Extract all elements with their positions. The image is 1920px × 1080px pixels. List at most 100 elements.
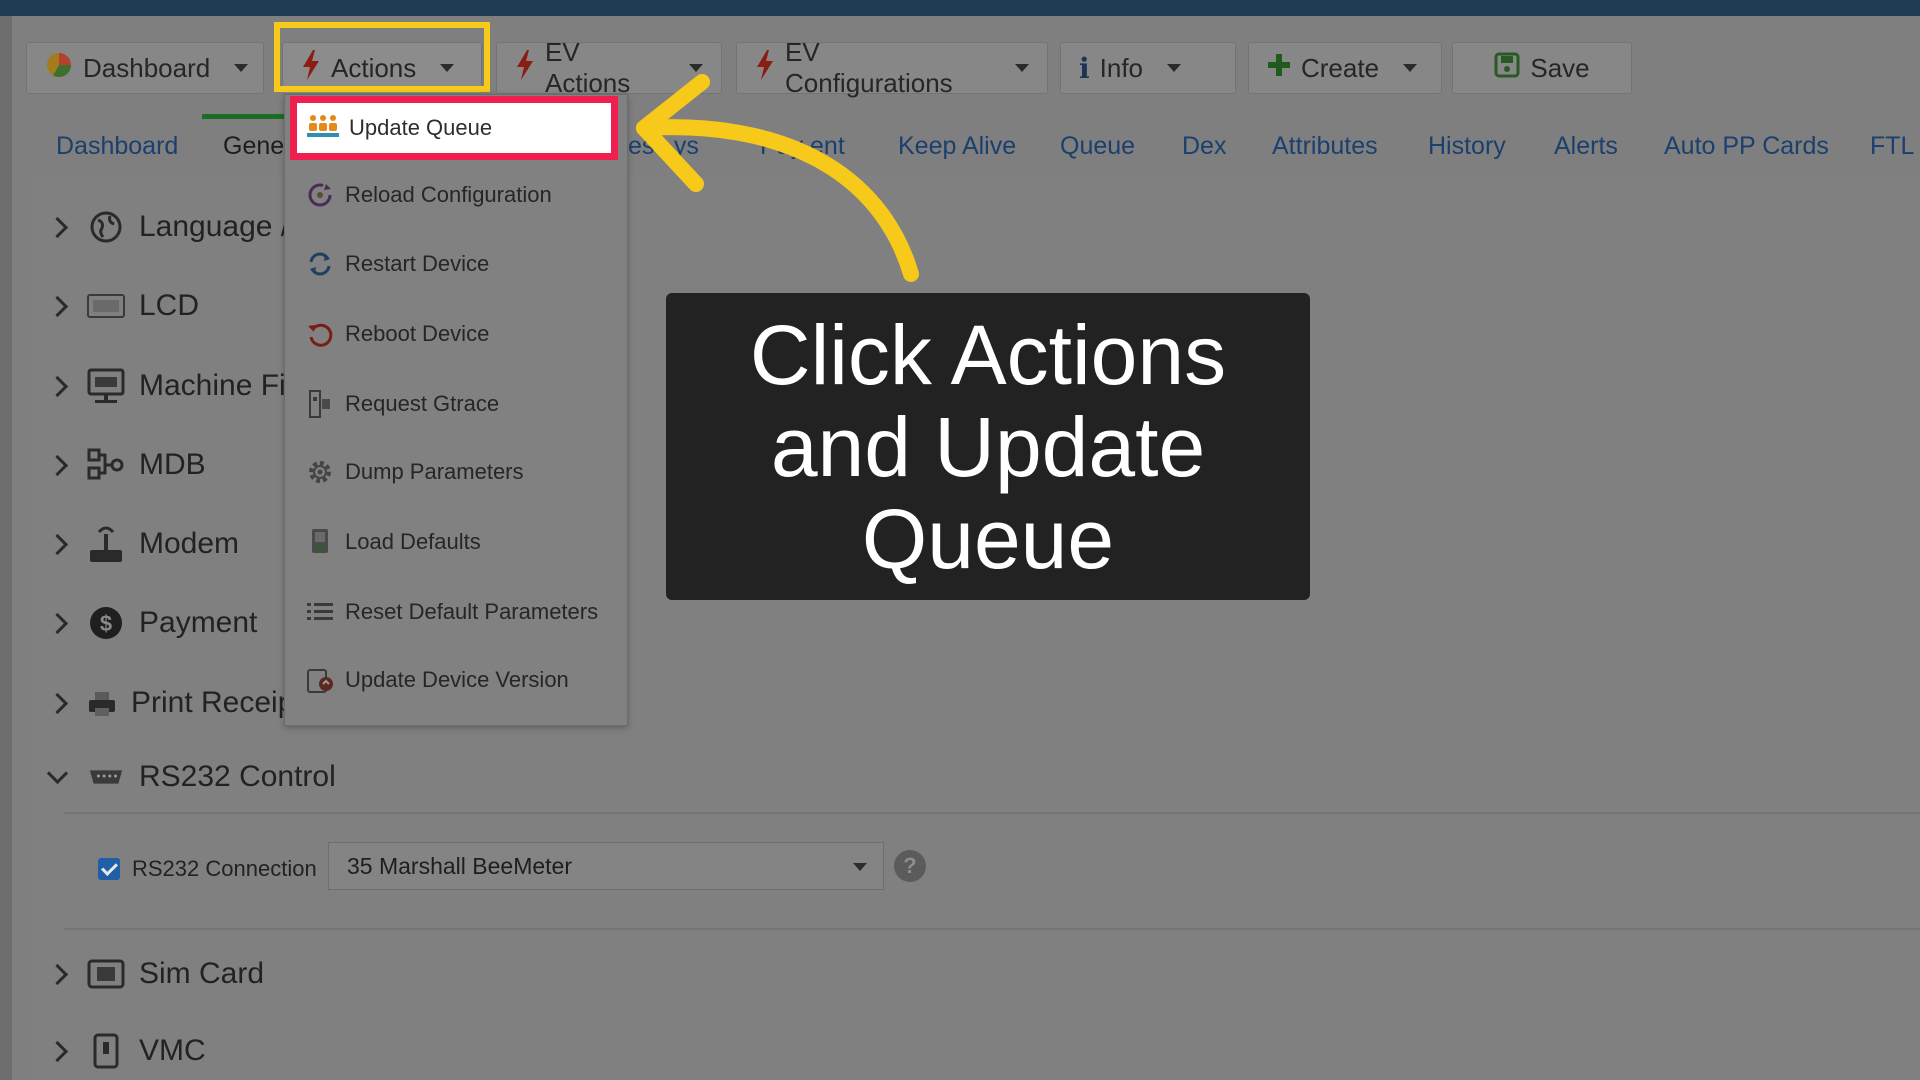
chevron-down-icon	[1167, 64, 1182, 72]
chevron-down-icon	[853, 863, 867, 871]
save-icon	[1494, 52, 1520, 85]
tree-item-label: Sim Card	[139, 957, 265, 990]
rs232-device-value: 35 Marshall BeeMeter	[347, 852, 572, 879]
tree-item-label: MDB	[139, 448, 206, 481]
tab-attributes[interactable]: Attributes	[1272, 132, 1378, 161]
menu-item-label: Update Device Version	[345, 667, 569, 692]
update-version-icon	[305, 665, 335, 695]
reload-icon	[305, 180, 335, 210]
menu-item-request-gtrace[interactable]: Request Gtrace	[305, 389, 499, 419]
chevron-right-icon	[46, 533, 69, 555]
tab-auto-pp-cards[interactable]: Auto PP Cards	[1664, 132, 1829, 161]
tree-item-label: RS232 Control	[139, 760, 336, 793]
chevron-right-icon	[46, 216, 69, 238]
menu-item-label: Reload Configuration	[345, 182, 552, 207]
actions-highlight-box	[274, 22, 490, 92]
callout-line-1: Click Actions	[749, 307, 1227, 402]
update-queue-label: Update Queue	[349, 115, 493, 140]
restart-icon	[305, 249, 335, 279]
help-icon[interactable]: ?	[894, 850, 926, 882]
tree-item-label: Print Receip	[131, 686, 295, 719]
menu-item-label: Load Defaults	[345, 529, 481, 554]
tab-dashboard[interactable]: Dashboard	[56, 132, 178, 161]
chevron-down-icon	[234, 64, 249, 72]
globe-icon	[87, 208, 125, 246]
info-label: Info	[1099, 52, 1144, 83]
tab-alerts[interactable]: Alerts	[1554, 132, 1618, 161]
chevron-down-icon	[1015, 64, 1029, 72]
actions-dropdown-menu: Reload Configuration Restart Device Rebo…	[284, 94, 628, 726]
callout-line-2: and Update	[770, 399, 1206, 494]
menu-item-load-defaults[interactable]: Load Defaults	[305, 527, 481, 557]
reboot-icon	[305, 319, 335, 349]
tree-item-label: Machine Fi	[139, 369, 286, 402]
chevron-right-icon	[46, 295, 69, 317]
tree-item-label: Language /	[139, 210, 290, 243]
arrow-annotation-icon	[636, 74, 919, 282]
tab-ftl[interactable]: FTL	[1870, 132, 1914, 161]
tree-item-label: LCD	[139, 289, 200, 322]
load-defaults-icon	[305, 527, 335, 557]
tree-item-mdb[interactable]: MDB	[46, 446, 206, 484]
tree-item-print-receipt[interactable]: Print Receip	[46, 684, 295, 722]
save-label: Save	[1530, 52, 1590, 83]
menu-item-reboot-device[interactable]: Reboot Device	[305, 319, 489, 349]
chevron-right-icon	[46, 963, 69, 985]
menu-item-dump-parameters[interactable]: Dump Parameters	[305, 457, 524, 487]
menu-item-update-queue[interactable]: Update Queue	[290, 96, 618, 160]
create-dropdown-button[interactable]: Create	[1248, 42, 1442, 94]
ftp-icon	[87, 367, 125, 405]
menu-item-label: Restart Device	[345, 251, 490, 276]
menu-item-label: Dump Parameters	[345, 459, 524, 484]
tree-item-label: Payment	[139, 606, 258, 639]
menu-item-label: Reset Default Parameters	[345, 599, 599, 624]
active-tab-indicator	[202, 114, 284, 119]
menu-item-update-device-version[interactable]: Update Device Version	[305, 665, 569, 695]
dollar-icon: $	[87, 604, 125, 642]
list-icon	[305, 597, 335, 627]
gear-icon	[305, 457, 335, 487]
menu-item-label: Reboot Device	[345, 321, 490, 346]
menu-item-reset-default-parameters[interactable]: Reset Default Parameters	[305, 597, 598, 627]
plus-icon	[1267, 53, 1291, 84]
menu-item-label: Request Gtrace	[345, 391, 500, 416]
tab-queue[interactable]: Queue	[1060, 132, 1135, 161]
chevron-down-icon	[46, 762, 69, 784]
sim-card-icon	[87, 955, 125, 993]
tab-history[interactable]: History	[1428, 132, 1506, 161]
callout-line-3: Queue	[861, 491, 1115, 586]
lightning-icon	[515, 49, 535, 87]
lcd-icon	[87, 287, 125, 325]
tree-item-rs232-control[interactable]: RS232 Control	[46, 758, 336, 796]
dashboard-label: Dashboard	[83, 52, 211, 83]
tree-item-machine[interactable]: Machine Fi	[46, 367, 286, 405]
info-dropdown-button[interactable]: i Info	[1060, 42, 1236, 94]
tree-item-language[interactable]: Language /	[46, 208, 290, 246]
tab-dex[interactable]: Dex	[1182, 132, 1226, 161]
tree-item-lcd[interactable]: LCD	[46, 287, 200, 325]
chevron-right-icon	[46, 612, 69, 634]
create-label: Create	[1301, 52, 1380, 83]
divider	[64, 812, 1920, 814]
rs232-connection-checkbox[interactable]	[98, 858, 120, 880]
chevron-right-icon	[46, 1040, 69, 1062]
left-edge-bar	[0, 16, 12, 1080]
top-strip	[0, 0, 1920, 16]
info-icon: i	[1079, 51, 1090, 85]
tree-item-vmc[interactable]: VMC	[46, 1032, 206, 1070]
chevron-right-icon	[46, 692, 69, 714]
menu-item-restart-device[interactable]: Restart Device	[305, 249, 489, 279]
tree-item-label: VMC	[139, 1034, 206, 1067]
serial-port-icon	[87, 758, 125, 796]
tree-item-sim-card[interactable]: Sim Card	[46, 955, 265, 993]
dashboard-dropdown-button[interactable]: Dashboard	[26, 42, 264, 94]
tree-item-payment[interactable]: $ Payment	[46, 604, 258, 642]
rs232-device-select[interactable]: 35 Marshall BeeMeter	[328, 842, 884, 890]
menu-item-reload-configuration[interactable]: Reload Configuration	[305, 180, 552, 210]
printer-icon	[87, 684, 117, 722]
save-button[interactable]: Save	[1452, 42, 1632, 94]
pie-chart-icon	[45, 51, 73, 86]
tree-item-modem[interactable]: Modem	[46, 525, 239, 563]
tab-general[interactable]: Gene	[223, 132, 284, 161]
modem-icon	[87, 525, 125, 563]
